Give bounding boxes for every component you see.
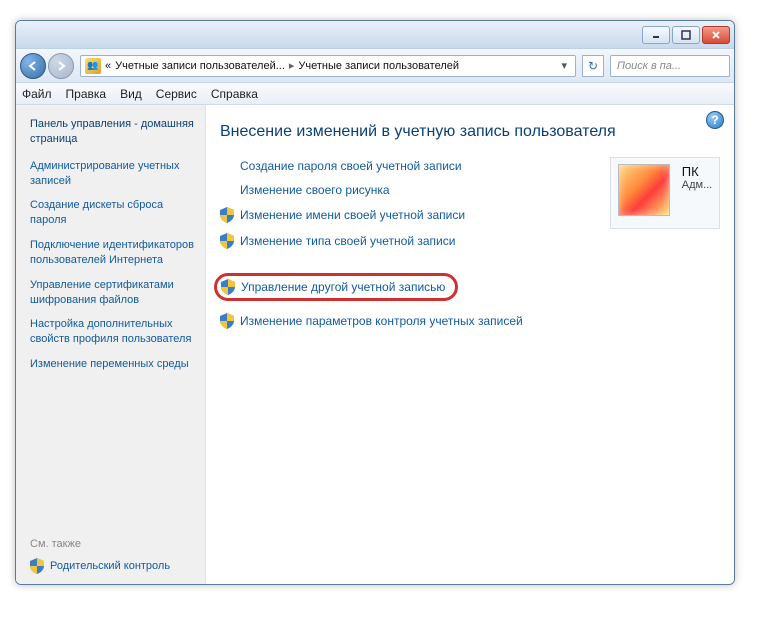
sidebar-item-online-id[interactable]: Подключение идентификаторов пользователе… xyxy=(30,238,195,268)
shield-icon xyxy=(220,313,234,329)
link-label: Управление другой учетной записью xyxy=(241,280,445,294)
parental-control-link[interactable]: Родительский контроль xyxy=(30,558,195,574)
sidebar-item-certificates[interactable]: Управление сертификатами шифрования файл… xyxy=(30,278,195,308)
link-label: Изменение параметров контроля учетных за… xyxy=(240,314,523,328)
refresh-button[interactable]: ↻ xyxy=(582,55,604,77)
address-dropdown-icon[interactable]: ▾ xyxy=(557,59,571,72)
action-links-column: Создание пароля своей учетной записи Изм… xyxy=(220,157,594,337)
menu-edit[interactable]: Правка xyxy=(66,87,107,101)
link-manage-other-account[interactable]: Управление другой учетной записью xyxy=(214,273,458,301)
see-also-label: См. также xyxy=(30,538,195,550)
menu-view[interactable]: Вид xyxy=(120,87,142,101)
page-title: Внесение изменений в учетную запись поль… xyxy=(220,123,720,141)
menu-help[interactable]: Справка xyxy=(211,87,258,101)
main-panel: ? Внесение изменений в учетную запись по… xyxy=(206,105,734,584)
refresh-icon: ↻ xyxy=(588,59,598,73)
forward-arrow-icon xyxy=(55,60,67,72)
sidebar-item-admin-accounts[interactable]: Администрирование учетных записей xyxy=(30,159,195,189)
breadcrumb-part1[interactable]: Учетные записи пользователей... xyxy=(115,60,285,72)
shield-icon xyxy=(221,279,235,295)
link-change-type[interactable]: Изменение типа своей учетной записи xyxy=(220,231,594,251)
help-icon: ? xyxy=(711,113,718,127)
avatar xyxy=(618,164,670,216)
breadcrumb-prefix: « xyxy=(105,60,111,72)
link-change-name[interactable]: Изменение имени своей учетной записи xyxy=(220,205,594,225)
back-arrow-icon xyxy=(27,60,39,72)
close-button[interactable] xyxy=(702,26,730,44)
maximize-icon xyxy=(681,30,691,40)
sidebar-item-profile-props[interactable]: Настройка дополнительных свойств профиля… xyxy=(30,317,195,347)
close-icon xyxy=(711,30,721,40)
sidebar-item-env-vars[interactable]: Изменение переменных среды xyxy=(30,357,195,372)
user-name: ПК xyxy=(682,164,699,179)
link-change-picture[interactable]: Изменение своего рисунка xyxy=(220,181,594,199)
user-role: Адм... xyxy=(682,179,713,191)
navbar: 👥 « Учетные записи пользователей... ▸ Уч… xyxy=(16,49,734,83)
menu-service[interactable]: Сервис xyxy=(156,87,197,101)
sidebar-home-link[interactable]: Панель управления - домашняя страница xyxy=(30,117,195,147)
search-input[interactable]: Поиск в па... xyxy=(610,55,730,77)
minimize-icon xyxy=(651,30,661,40)
menubar: Файл Правка Вид Сервис Справка xyxy=(16,83,734,105)
sidebar-item-reset-disk[interactable]: Создание дискеты сброса пароля xyxy=(30,198,195,228)
search-placeholder: Поиск в па... xyxy=(617,60,681,72)
link-label: Изменение имени своей учетной записи xyxy=(240,208,465,222)
shield-icon xyxy=(30,558,44,574)
breadcrumb-separator: ▸ xyxy=(289,59,295,72)
address-bar[interactable]: 👥 « Учетные записи пользователей... ▸ Уч… xyxy=(80,55,576,77)
breadcrumb-part2[interactable]: Учетные записи пользователей xyxy=(298,60,459,72)
titlebar xyxy=(16,21,734,49)
help-button[interactable]: ? xyxy=(706,111,724,129)
link-create-password[interactable]: Создание пароля своей учетной записи xyxy=(220,157,594,175)
shield-icon xyxy=(220,207,234,223)
link-label: Создание пароля своей учетной записи xyxy=(240,159,462,173)
link-label: Изменение типа своей учетной записи xyxy=(240,234,455,248)
parental-control-label: Родительский контроль xyxy=(50,560,170,572)
user-accounts-icon: 👥 xyxy=(85,58,101,74)
forward-button[interactable] xyxy=(48,53,74,79)
sidebar: Панель управления - домашняя страница Ад… xyxy=(16,105,206,584)
user-card: ПК Адм... xyxy=(610,157,720,229)
minimize-button[interactable] xyxy=(642,26,670,44)
shield-icon xyxy=(220,233,234,249)
link-label: Изменение своего рисунка xyxy=(240,183,390,197)
link-uac-settings[interactable]: Изменение параметров контроля учетных за… xyxy=(220,311,594,331)
user-accounts-window: 👥 « Учетные записи пользователей... ▸ Уч… xyxy=(15,20,735,585)
back-button[interactable] xyxy=(20,53,46,79)
menu-file[interactable]: Файл xyxy=(22,87,52,101)
maximize-button[interactable] xyxy=(672,26,700,44)
content-area: Панель управления - домашняя страница Ад… xyxy=(16,105,734,584)
